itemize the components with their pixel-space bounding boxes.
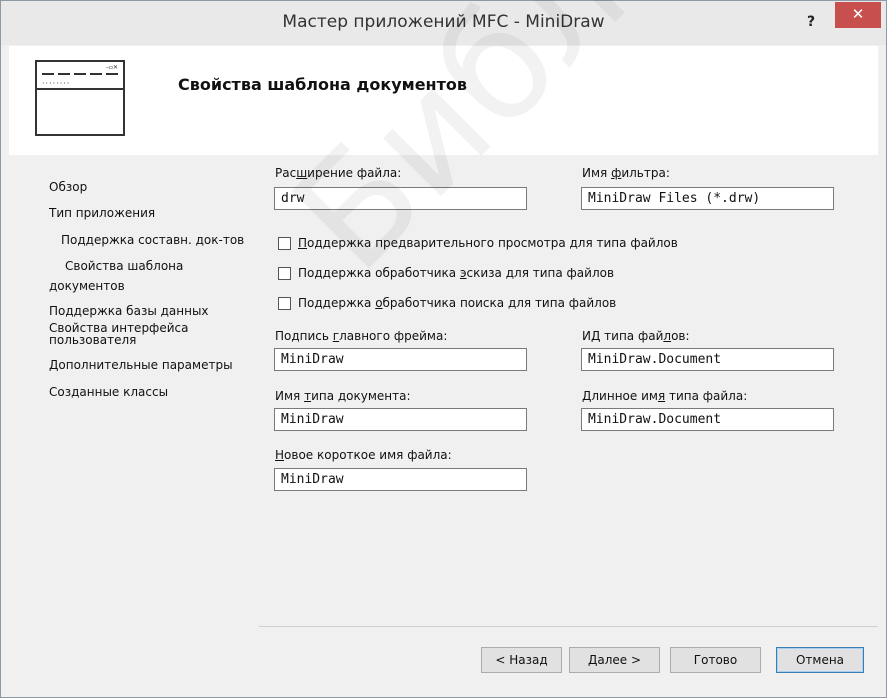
close-button[interactable]: ✕	[835, 2, 881, 28]
wizard-nav: Обзор Тип приложения Поддержка составн. …	[9, 156, 258, 691]
cancel-button[interactable]: Отмена	[776, 647, 864, 673]
doc-type-name-label: Имя типа документа:	[275, 389, 411, 403]
next-button[interactable]: Далее >	[569, 647, 660, 673]
long-file-type-name-field[interactable]: MiniDraw.Document	[581, 408, 834, 431]
page-title: Свойства шаблона документов	[178, 75, 467, 94]
filter-name-field[interactable]: MiniDraw Files (*.drw)	[581, 187, 834, 210]
nav-item-doc-template-1[interactable]: Свойства шаблона	[65, 259, 183, 273]
nav-item-app-type[interactable]: Тип приложения	[49, 206, 155, 220]
checkbox-label[interactable]: Поддержка обработчика поиска для типа фа…	[298, 296, 616, 310]
filter-name-label: Имя фильтра:	[582, 166, 670, 180]
file-ext-field[interactable]: drw	[274, 187, 527, 210]
title-bar[interactable]: Мастер приложений MFC - MiniDraw ? ✕	[1, 1, 886, 45]
checkbox-box[interactable]	[278, 237, 291, 250]
page-header: –▫✕ ········ Свойства шаблона документов	[9, 46, 878, 155]
nav-item-database[interactable]: Поддержка базы данных	[49, 304, 209, 318]
button-area-divider	[259, 626, 878, 627]
doc-type-name-field[interactable]: MiniDraw	[274, 408, 527, 431]
file-type-id-field[interactable]: MiniDraw.Document	[581, 348, 834, 371]
window-template-icon: –▫✕ ········	[35, 60, 125, 136]
short-file-name-field[interactable]: MiniDraw	[274, 468, 527, 491]
checkbox-box[interactable]	[278, 267, 291, 280]
long-file-type-name-label: Длинное имя типа файла:	[582, 389, 748, 403]
nav-item-doc-template-2[interactable]: документов	[49, 279, 125, 293]
nav-item-advanced[interactable]: Дополнительные параметры	[49, 358, 233, 372]
main-frame-caption-label: Подпись главного фрейма:	[275, 329, 448, 343]
nav-item-ui-2[interactable]: пользователя	[49, 334, 136, 346]
file-type-id-label: ИД типа файлов:	[582, 329, 690, 343]
help-button[interactable]: ?	[793, 8, 829, 36]
checkbox-label[interactable]: Поддержка обработчика эскиза для типа фа…	[298, 266, 614, 280]
window-title: Мастер приложений MFC - MiniDraw	[282, 12, 605, 32]
file-ext-label: Расширение файла:	[275, 166, 402, 180]
checkbox-label[interactable]: Поддержка предварительного просмотра для…	[298, 236, 678, 250]
short-file-name-label: Новое короткое имя файла:	[275, 448, 452, 462]
checkbox-box[interactable]	[278, 297, 291, 310]
back-button[interactable]: < Назад	[481, 647, 562, 673]
nav-item-compound-docs[interactable]: Поддержка составн. док-тов	[61, 233, 244, 247]
wizard-window: Мастер приложений MFC - MiniDraw ? ✕ –▫✕…	[0, 0, 887, 698]
nav-item-overview[interactable]: Обзор	[49, 180, 87, 194]
main-frame-caption-field[interactable]: MiniDraw	[274, 348, 527, 371]
nav-item-generated-classes[interactable]: Созданные классы	[49, 385, 168, 399]
form-area: Расширение файла: drw Имя фильтра: MiniD…	[259, 156, 878, 626]
finish-button[interactable]: Готово	[670, 647, 761, 673]
